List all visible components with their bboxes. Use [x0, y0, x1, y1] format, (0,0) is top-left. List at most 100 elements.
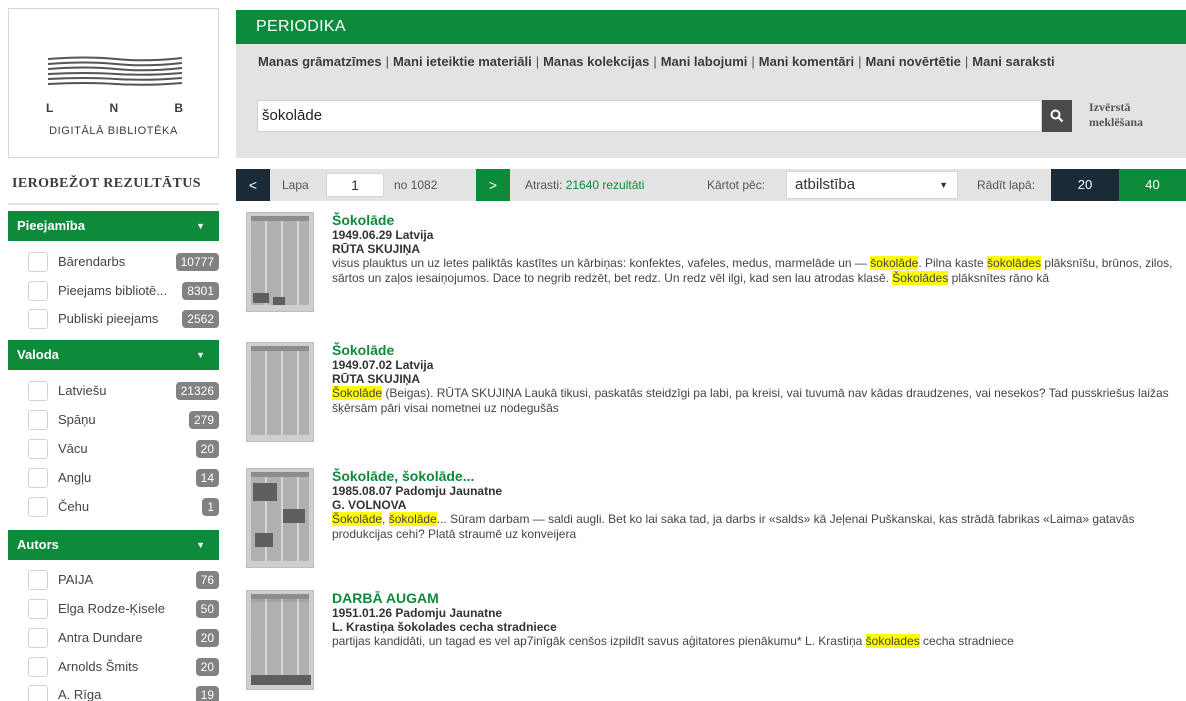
- newspaper-thumbnail[interactable]: [246, 468, 314, 568]
- count-badge: 20: [195, 440, 219, 458]
- lnb-logo[interactable]: L N B DIGITĀLĀ BIBLIOTĒKA: [8, 8, 219, 158]
- caret-down-icon: ▼: [196, 221, 205, 231]
- result-snippet: Šokolāde, šokolāde... Sūram darbam — sal…: [332, 512, 1184, 542]
- sidebar-divider: [8, 203, 219, 205]
- facet-label: Pieejamība: [17, 218, 85, 233]
- link-bookmarks[interactable]: Manas grāmatzīmes: [258, 54, 382, 69]
- results-count-value: 21640 rezultāti: [565, 178, 645, 192]
- link-rated[interactable]: Mani novērtētie: [866, 54, 961, 69]
- count-badge: 20: [195, 658, 219, 676]
- result-date-source: 1949.06.29 Latvija: [332, 228, 434, 242]
- facet-item-label: Arnolds Šmits: [58, 659, 139, 674]
- facet-header-language[interactable]: Valoda ▼: [8, 340, 219, 370]
- facet-header-author[interactable]: Autors ▼: [8, 530, 219, 560]
- facet-item-label: Pieejams bibliotē...: [58, 283, 168, 298]
- logo-letter-n: N: [109, 101, 120, 115]
- link-recommended[interactable]: Mani ieteiktie materiāli: [393, 54, 532, 69]
- link-lists[interactable]: Mani saraksti: [972, 54, 1054, 69]
- facet-item[interactable]: Elga Rodze-Ķisele 50: [28, 598, 219, 620]
- result-title[interactable]: Šokolāde: [332, 342, 1184, 358]
- link-separator: |: [751, 54, 755, 69]
- page-label: Lapa: [282, 178, 309, 192]
- logo-letter-l: L: [46, 101, 55, 115]
- advanced-search-line2: meklēšana: [1089, 115, 1143, 129]
- checkbox[interactable]: [28, 468, 48, 488]
- user-links: Manas grāmatzīmes | Mani ieteiktie materiā…: [258, 54, 1055, 69]
- facet-item[interactable]: Antra Dundare 20: [28, 627, 219, 649]
- checkbox[interactable]: [28, 657, 48, 677]
- checkbox[interactable]: [28, 599, 48, 619]
- search-icon: [1050, 109, 1064, 123]
- per-page-40-button[interactable]: 40: [1119, 169, 1186, 201]
- link-corrections[interactable]: Mani labojumi: [661, 54, 748, 69]
- snippet-text: . Pilna kaste: [918, 256, 988, 270]
- count-badge: 10777: [175, 253, 219, 271]
- snippet-text: cecha stradniece: [919, 634, 1014, 648]
- facet-item[interactable]: Arnolds Šmits 20: [28, 656, 219, 678]
- per-page-20-button[interactable]: 20: [1051, 169, 1119, 201]
- facet-label: Valoda: [17, 347, 59, 362]
- facet-item[interactable]: Angļu 14: [28, 467, 219, 489]
- facet-label: Autors: [17, 537, 59, 552]
- checkbox[interactable]: [28, 281, 48, 301]
- checkbox[interactable]: [28, 570, 48, 590]
- facet-item[interactable]: A. Rīga 19: [28, 684, 219, 701]
- advanced-search-link[interactable]: Izvērstā meklēšana: [1089, 100, 1143, 130]
- facet-item[interactable]: Spāņu 279: [28, 409, 219, 431]
- link-collections[interactable]: Manas kolekcijas: [543, 54, 649, 69]
- logo-letters: L N B: [46, 101, 184, 115]
- prev-page-button[interactable]: <: [236, 169, 270, 201]
- result-title[interactable]: DARBĀ AUGAM: [332, 590, 1184, 606]
- facet-item-label: Bārendarbs: [58, 254, 126, 269]
- checkbox[interactable]: [28, 685, 48, 701]
- result-snippet: visus plauktus un uz letes paliktās kast…: [332, 256, 1184, 286]
- snippet-text: ... Sūram darbam — saldi augli. Bet ko l…: [332, 512, 1135, 541]
- link-comments[interactable]: Mani komentāri: [759, 54, 854, 69]
- result-author: L. Krastiņa šokolades cecha stradniece: [332, 620, 557, 634]
- next-page-button[interactable]: >: [476, 169, 510, 201]
- checkbox[interactable]: [28, 252, 48, 272]
- snippet-text: partijas kandidāti, un tagad es vel ap7i…: [332, 634, 866, 648]
- facet-item-label: A. Rīga: [58, 687, 102, 701]
- newspaper-thumbnail[interactable]: [246, 212, 314, 312]
- sort-label: Kārtot pēc:: [707, 178, 766, 192]
- page-number-input[interactable]: 1: [326, 173, 384, 197]
- result-date-source: 1985.08.07 Padomju Jaunatne: [332, 484, 503, 498]
- checkbox[interactable]: [28, 309, 48, 329]
- newspaper-thumbnail[interactable]: [246, 590, 314, 690]
- checkbox[interactable]: [28, 410, 48, 430]
- checkbox[interactable]: [28, 439, 48, 459]
- result-title[interactable]: Šokolāde, šokolāde...: [332, 468, 1184, 484]
- facet-header-availability[interactable]: Pieejamība ▼: [8, 211, 219, 241]
- search-input[interactable]: šokolāde: [257, 100, 1042, 132]
- facet-item[interactable]: Latviešu 21326: [28, 380, 219, 402]
- checkbox[interactable]: [28, 628, 48, 648]
- facet-item-label: Antra Dundare: [58, 630, 143, 645]
- count-badge: 8301: [182, 282, 219, 300]
- results-count-label: Atrasti:: [525, 178, 563, 192]
- checkbox[interactable]: [28, 497, 48, 517]
- facet-item[interactable]: Bārendarbs 10777: [28, 251, 219, 273]
- search-term-highlight: Šokolādes: [892, 271, 949, 285]
- sort-select[interactable]: atbilstība ▼: [786, 171, 958, 199]
- sidebar-title: IEROBEŽOT REZULTĀTUS: [12, 176, 201, 191]
- search-term-highlight: šokolāde: [870, 256, 919, 270]
- search-button[interactable]: [1042, 100, 1072, 132]
- facet-item-label: Latviešu: [58, 383, 107, 398]
- facet-item[interactable]: Publiski pieejams 2562: [28, 308, 219, 330]
- results-count: Atrasti: 21640 rezultāti: [525, 178, 644, 192]
- snippet-text: ,: [382, 512, 389, 526]
- facet-item[interactable]: Pieejams bibliotē... 8301: [28, 280, 219, 302]
- facet-item[interactable]: Čehu 1: [28, 496, 219, 518]
- facet-item[interactable]: Vācu 20: [28, 438, 219, 460]
- checkbox[interactable]: [28, 381, 48, 401]
- logo-wave-lines: [47, 56, 183, 86]
- facet-item[interactable]: PAIJA 76: [28, 569, 219, 591]
- facet-item-label: PAIJA: [58, 572, 94, 587]
- facet-item-label: Publiski pieejams: [58, 311, 159, 326]
- snippet-text: (Beigas). RŪTA SKUJIŅA Laukā tikusi, pas…: [332, 386, 1169, 415]
- result-title[interactable]: Šokolāde: [332, 212, 1184, 228]
- section-title[interactable]: PERIODIKA: [236, 10, 1186, 44]
- newspaper-thumbnail[interactable]: [246, 342, 314, 442]
- count-badge: 279: [188, 411, 219, 429]
